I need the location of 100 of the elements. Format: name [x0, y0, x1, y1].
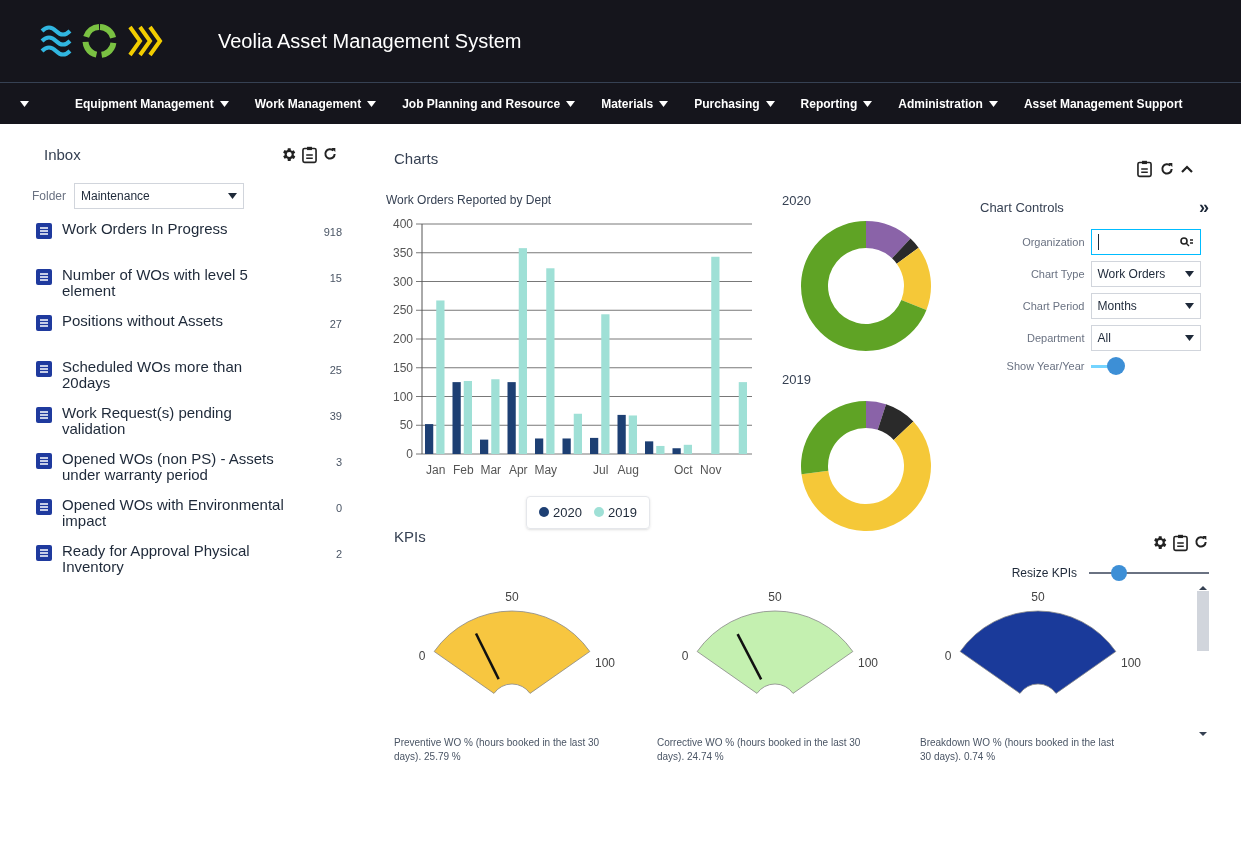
y-tick: 350 [392, 245, 753, 260]
scroll-bar[interactable] [1197, 585, 1209, 736]
gauge-scale-label: 100 [1120, 655, 1141, 670]
refresh-icon[interactable] [1159, 161, 1175, 177]
bar [562, 438, 571, 454]
y-tick: 300 [392, 274, 753, 288]
app-title: Veolia Asset Management System [218, 29, 522, 54]
list-icon [36, 406, 52, 423]
nav-menu-item[interactable]: Administration [898, 94, 998, 113]
gauge-scale-label: 50 [505, 589, 519, 604]
expand-icon[interactable]: » [1199, 194, 1209, 221]
nav-menu-item[interactable]: Work Management [254, 94, 377, 113]
settings-icon[interactable] [280, 146, 297, 164]
menu-toggle[interactable] [20, 100, 29, 107]
y-tick-label: 50 [399, 417, 414, 432]
panel-title: Charts [394, 149, 440, 169]
legend-entry[interactable]: 2019 [594, 502, 637, 522]
panel-title: Chart Controls [980, 198, 1064, 217]
bar [425, 423, 434, 454]
department-dropdown[interactable]: All [1090, 325, 1201, 351]
x-tick-label: Nov [700, 462, 722, 477]
caret-icon [20, 100, 29, 107]
inbox-item[interactable]: Number of WOs with level 5 element 15 [32, 266, 346, 313]
chart-period-dropdown[interactable]: Months [1090, 293, 1201, 319]
caret-icon [1184, 335, 1194, 341]
donut-year-label: 2019 [782, 371, 812, 389]
caret-icon [1184, 271, 1194, 277]
year-toggle[interactable] [1090, 357, 1125, 375]
x-tick-label: Feb [452, 462, 474, 477]
organization-search-field[interactable] [1090, 229, 1201, 255]
nav-menu-item[interactable]: Asset Management Support [1023, 94, 1183, 113]
caret-icon [863, 100, 873, 107]
caret-icon [566, 100, 576, 107]
y-tick-label: 350 [392, 245, 414, 260]
chart-type-dropdown[interactable]: Work Orders [1090, 261, 1201, 287]
donut-year-label: 2020 [782, 191, 812, 210]
inbox-item[interactable]: Opened WOs (non PS) - Assets under warranty period 3 [32, 450, 346, 497]
gauge-scale-label: 0 [418, 648, 426, 663]
gauge-scale-label: 50 [768, 589, 782, 604]
caret-icon [219, 100, 229, 107]
x-tick-label: Apr [508, 462, 528, 477]
nav-menu-item[interactable]: Equipment Management [75, 94, 229, 113]
legend-entry[interactable]: 2020 [539, 502, 582, 522]
gauge-scale-label: 0 [681, 648, 689, 663]
x-tick-label: Aug [617, 462, 639, 477]
collapse-icon[interactable] [1181, 165, 1193, 173]
caret-icon [1184, 303, 1194, 309]
caret-icon [988, 100, 998, 107]
list-icon [36, 452, 52, 469]
inbox-item[interactable]: Positions without Assets 27 [32, 312, 346, 359]
bar [617, 414, 626, 454]
bar [672, 447, 681, 454]
slider-thumb[interactable] [1111, 564, 1127, 581]
nav-menu-item[interactable]: Purchasing [694, 94, 775, 113]
inbox-item[interactable]: Scheduled WOs more than 20days 25 [32, 358, 346, 405]
field-label: Department [1026, 330, 1085, 346]
settings-icon[interactable] [1151, 533, 1168, 551]
y-tick: 0 [406, 446, 753, 461]
caret-icon [659, 100, 669, 107]
caret-icon [367, 100, 377, 107]
list-icon [36, 544, 52, 561]
caret-icon [228, 192, 237, 199]
field-label: Organization [1021, 234, 1085, 250]
gauge-caption: Preventive WO % (hours booked in the last 30 days). 25.79 % [394, 735, 601, 764]
nav-menu-item[interactable]: Job Planning and Resource [402, 94, 576, 113]
folder-dropdown[interactable]: Maintenance [74, 182, 244, 209]
search-icon [1179, 237, 1194, 247]
inbox-item[interactable]: Work Request(s) pending validation 39 [32, 404, 346, 451]
inbox-item[interactable]: Work Orders In Progress 918 [32, 220, 346, 267]
x-tick-label: Jan [426, 462, 446, 477]
panel-title: KPIs [394, 526, 426, 547]
bar [645, 440, 654, 454]
x-tick-label: Oct [673, 462, 693, 477]
field-label: Chart Period [1021, 298, 1085, 314]
bar [683, 444, 692, 454]
resize-slider[interactable] [1089, 564, 1209, 581]
clipboard-icon[interactable] [1172, 533, 1189, 552]
refresh-icon[interactable] [322, 146, 338, 163]
caret-icon [765, 100, 775, 107]
gauge-needle [736, 633, 763, 680]
nav-menu-item[interactable]: Materials [601, 94, 669, 113]
nav-menu-item[interactable]: Reporting [800, 94, 873, 113]
inbox-item[interactable]: Ready for Approval Physical Inventory 2 [32, 542, 346, 589]
y-tick-label: 150 [392, 360, 414, 375]
field-label: Folder [32, 187, 66, 205]
list-icon [36, 498, 52, 515]
refresh-icon[interactable] [1193, 533, 1209, 550]
clipboard-icon[interactable] [1136, 160, 1153, 178]
field-label: Chart Type [1029, 266, 1085, 282]
y-tick-label: 400 [392, 216, 414, 231]
gauge-scale-label: 0 [944, 648, 952, 663]
bar [628, 415, 637, 454]
y-tick: 200 [392, 331, 753, 346]
panel-title: Inbox [44, 145, 81, 165]
x-tick-label: Mar [480, 462, 502, 477]
slider-label: Resize KPIs [1011, 564, 1077, 582]
list-icon [36, 268, 52, 285]
list-icon [36, 314, 52, 331]
inbox-item[interactable]: Opened WOs with Environmental impact 0 [32, 496, 346, 543]
clipboard-icon[interactable] [301, 146, 318, 165]
